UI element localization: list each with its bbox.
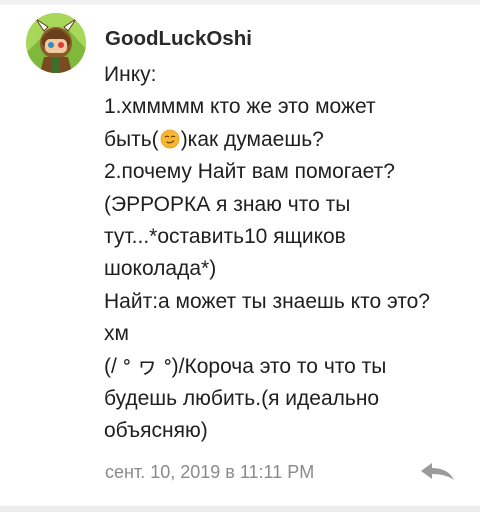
reply-button[interactable] [418,460,458,486]
comment-line: шоколада*) [104,257,217,281]
comment-timestamp: сент. 10, 2019 в 11:11 PM [105,462,315,482]
comment-line: (/ ᐤ ヮ ᐤ)/Короча это то что ты [104,354,387,378]
comment-line: быть( )как думаешь? [104,124,476,156]
comment-line: Найт:а может ты знаешь кто это? [104,289,430,313]
reply-arrow-icon [421,463,454,480]
comment-line: будешь любить.(я идеально [104,387,380,411]
comment-card: GoodLuckOshi Инку: 1.хммммм кто же это м… [0,0,480,512]
comment-line: 2.почему Найт вам помогает? [104,160,395,184]
bottom-divider [0,506,480,512]
comment-body: Инку: 1.хммммм кто же это может быть( )ка… [104,59,476,448]
comment-line: объясняю) [104,419,208,443]
user-avatar[interactable] [26,13,86,73]
comment-line: тут...*оставить10 ящиков [104,225,346,249]
comment-line: (ЭРРОРКА я знаю что ты [104,192,351,216]
username[interactable]: GoodLuckOshi [105,26,252,52]
comment-line: Инку: [104,63,157,86]
comment-line: 1.хммммм кто же это может [104,95,376,119]
anime-character-avatar-icon [26,13,86,73]
comment-line: хм [104,322,129,346]
comment-text: быть( [104,127,159,151]
comment-text: )как думаешь? [180,127,324,151]
top-divider [0,0,480,5]
smirk-emoji-icon [160,129,180,149]
